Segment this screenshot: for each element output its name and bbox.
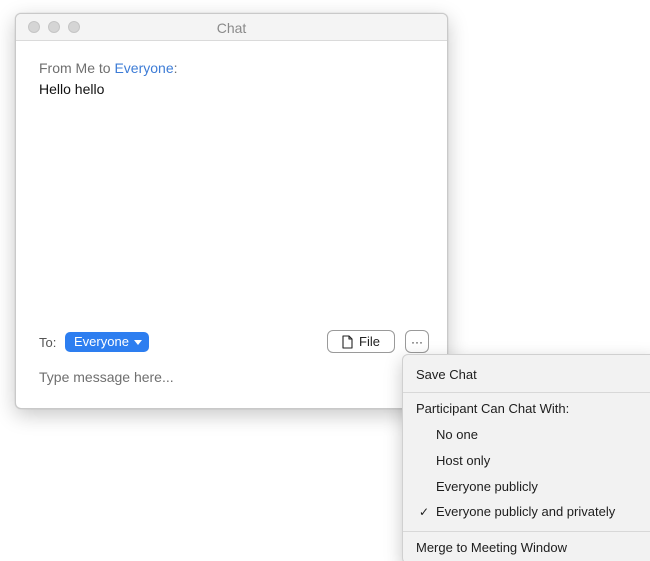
menu-item-everyone-publicly-and-privately-label: Everyone publicly and privately — [436, 504, 616, 519]
message-header-prefix: From Me to — [39, 60, 115, 76]
message-recipient-link[interactable]: Everyone — [114, 60, 173, 76]
window-title: Chat — [216, 20, 247, 36]
message-header-suffix: : — [173, 60, 178, 76]
menu-item-everyone-publicly[interactable]: Everyone publicly — [403, 475, 650, 499]
menu-separator — [403, 392, 650, 393]
chat-window: Chat From Me to Everyone: Hello hello To… — [15, 13, 448, 409]
more-options-button[interactable]: ··· — [405, 330, 429, 353]
message-input[interactable] — [37, 366, 329, 388]
menu-section-title: Participant Can Chat With: — [416, 401, 570, 416]
caret-down-icon — [133, 340, 142, 345]
menu-separator — [403, 531, 650, 532]
file-button-label: File — [359, 334, 380, 349]
more-horizontal-icon: ··· — [411, 334, 423, 349]
menu-item-no-one[interactable]: No one — [403, 423, 650, 447]
recipient-dropdown-label: Everyone — [74, 334, 129, 349]
menu-item-host-only[interactable]: Host only — [403, 449, 650, 473]
menu-item-save-chat[interactable]: Save Chat — [403, 363, 650, 387]
title-bar[interactable]: Chat — [16, 14, 447, 41]
menu-item-everyone-publicly-and-privately[interactable]: ✓ Everyone publicly and privately — [403, 500, 650, 524]
checkmark-icon: ✓ — [419, 505, 430, 519]
menu-item-merge-to-meeting-window[interactable]: Merge to Meeting Window — [403, 536, 650, 560]
file-button[interactable]: File — [327, 330, 395, 353]
message-header: From Me to Everyone: — [39, 60, 178, 76]
to-label: To: — [39, 335, 57, 350]
document-icon — [342, 334, 353, 349]
chat-options-menu: Save Chat Participant Can Chat With: No … — [402, 354, 650, 561]
message-text: Hello hello — [39, 81, 105, 97]
recipient-dropdown[interactable]: Everyone — [65, 332, 149, 352]
page: Chat From Me to Everyone: Hello hello To… — [0, 0, 650, 561]
